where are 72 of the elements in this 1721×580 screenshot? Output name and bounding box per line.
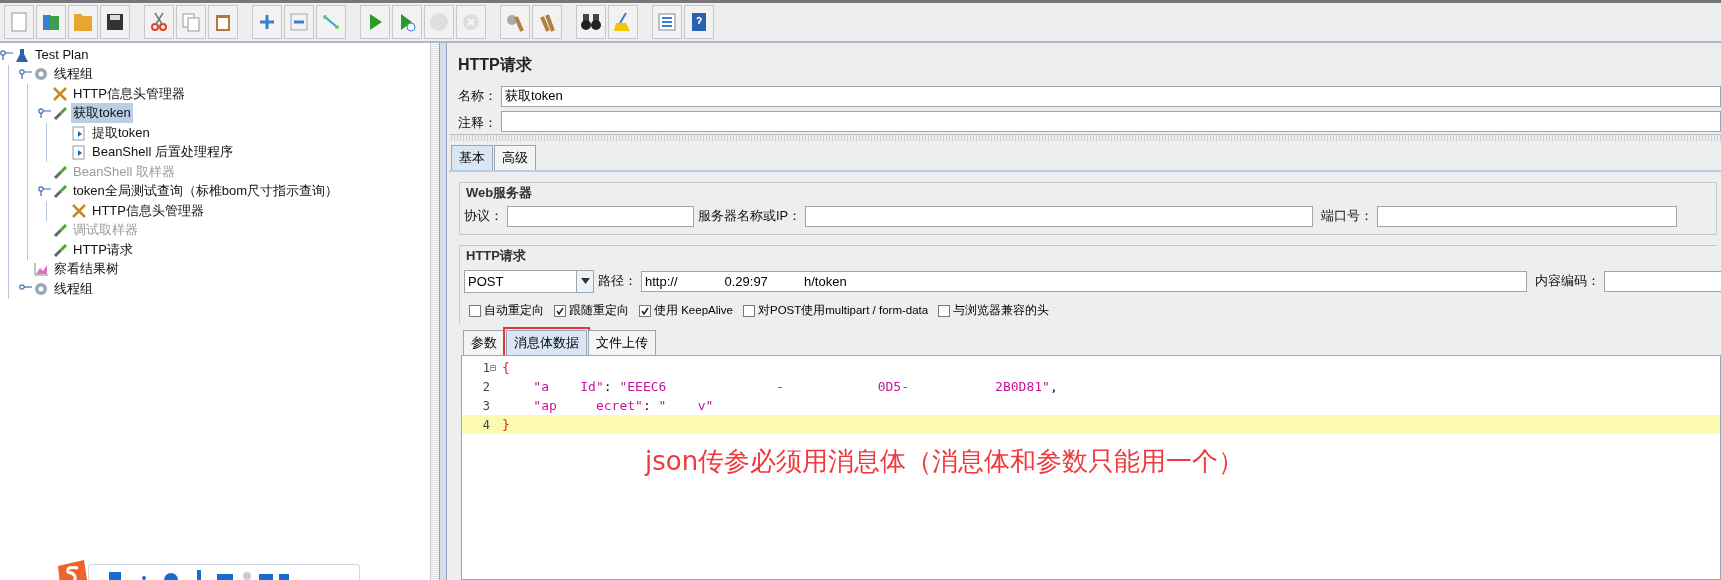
path-field[interactable]: http:// 0.29:97 h/token (641, 270, 1527, 292)
new-icon (8, 11, 30, 33)
field-label: 路径： (598, 272, 637, 290)
field-label: 协议： (464, 207, 503, 225)
protocol-field[interactable] (507, 205, 694, 227)
fold-marker[interactable]: ⊟ (490, 362, 497, 373)
thread-group-icon (33, 280, 49, 297)
field-label: 端口号： (1321, 207, 1374, 225)
option-checkbox[interactable]: 跟随重定向 (554, 303, 629, 318)
tree-item[interactable]: 获取token (71, 103, 133, 124)
expander-icon[interactable] (38, 186, 52, 197)
field-label: 服务器名称或IP： (698, 207, 802, 225)
tree-item[interactable]: HTTP信息头管理器 (71, 83, 187, 104)
name-field[interactable]: 获取token (501, 85, 1721, 107)
search-icon (580, 11, 602, 33)
panel-title: HTTP请求 (457, 55, 533, 75)
expander-icon[interactable] (19, 69, 33, 80)
cut-icon (148, 11, 170, 33)
save-icon (104, 11, 126, 33)
pane-splitter[interactable] (439, 43, 447, 580)
tree-item[interactable]: BeanShell 后置处理程序 (90, 142, 235, 163)
line-number: 4 (481, 417, 490, 432)
tree-item[interactable]: 线程组 (52, 64, 95, 85)
splitter-handle[interactable] (449, 134, 1721, 141)
tab[interactable]: 消息体数据 (506, 330, 587, 355)
group-title: HTTP请求 (464, 247, 528, 265)
tree-item[interactable]: Test Plan (33, 46, 91, 64)
line-number: 3 (481, 398, 490, 413)
option-checkbox[interactable]: 使用 KeepAlive (639, 303, 733, 318)
option-checkbox[interactable]: 对POST使用multipart / form-data (743, 303, 929, 318)
shutdown-icon (460, 11, 482, 33)
tab[interactable]: 高级 (494, 145, 536, 170)
field-label: 名称： (458, 87, 497, 105)
code-line: { (501, 360, 510, 375)
line-number: 1 (481, 360, 490, 375)
collapse-icon (288, 11, 310, 33)
server-field[interactable] (805, 205, 1314, 227)
scroll-bar[interactable] (430, 43, 439, 580)
tab[interactable]: 基本 (451, 145, 493, 170)
open-icon (72, 11, 94, 33)
tree-item[interactable]: 提取token (90, 122, 152, 143)
field-label: 内容编码： (1535, 272, 1600, 290)
field-label: 注释： (458, 114, 497, 132)
tree-item[interactable]: 察看结果树 (52, 259, 121, 280)
method-dropdown[interactable]: POST (464, 269, 594, 293)
toolbar-button[interactable] (576, 5, 606, 39)
tree-item[interactable]: HTTP信息头管理器 (90, 200, 206, 221)
code-line: } (501, 417, 510, 432)
group-title: Web服务器 (464, 184, 535, 202)
code-line: "ap ecret": " v" (532, 398, 714, 413)
port-field[interactable] (1377, 205, 1678, 227)
tree-item[interactable]: token全局测试查询（标椎bom尺寸指示查询） (71, 181, 341, 202)
comment-field[interactable] (501, 111, 1721, 132)
tab[interactable]: 文件上传 (588, 330, 656, 355)
caret-icon (580, 278, 590, 284)
option-checkbox[interactable]: 与浏览器兼容的头 (938, 303, 1050, 318)
code-editor[interactable]: 1⊟ { 2 "a Id": "EEEC6 - 0D5- 2B0D81", 3 "ap ecret": " v" 4 } json传参必须用消息体（消息体和参数只能用一个） (461, 355, 1721, 580)
check-icon (641, 306, 649, 315)
line-number: 2 (481, 379, 490, 394)
tree-item[interactable]: 线程组 (52, 278, 95, 299)
function-helper-icon (656, 11, 678, 33)
toolbar-button[interactable] (100, 5, 130, 39)
code-line: "a Id": "EEEC6 - 0D5- 2B0D81", (532, 379, 1058, 394)
expander-icon[interactable] (38, 108, 52, 119)
tree-item[interactable]: HTTP请求 (71, 239, 135, 260)
thread-group-icon (33, 66, 49, 83)
annotation-note: json传参必须用消息体（消息体和参数只能用一个） (645, 445, 1245, 478)
option-checkbox[interactable]: 自动重定向 (469, 303, 544, 318)
copy-icon (180, 11, 202, 33)
tab[interactable]: 参数 (463, 330, 505, 355)
expander-icon[interactable] (0, 49, 14, 60)
check-icon (556, 306, 564, 315)
